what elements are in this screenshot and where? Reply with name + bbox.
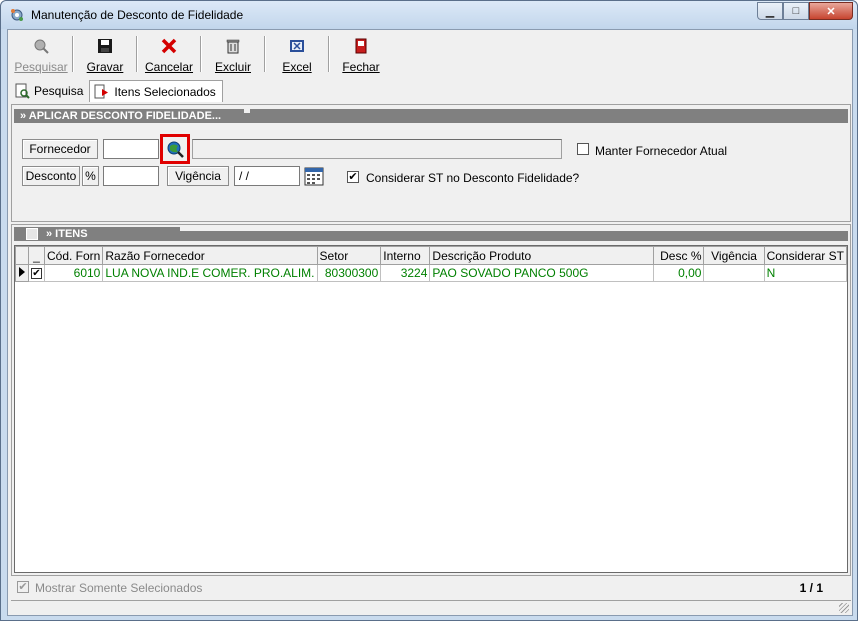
row-pointer-icon [19,267,25,277]
row-select-cell[interactable]: ✔ [28,264,45,282]
tab-bar: Pesquisa Itens Selecionados [10,80,223,102]
minimize-button[interactable]: ▁ [757,2,783,20]
tab-pesquisa-label: Pesquisa [34,84,84,98]
desconto-input[interactable] [103,166,159,186]
table-header-row: _ Cód. Forn Razão Fornecedor Setor Inter… [15,246,848,265]
arrow-doc-icon [94,84,109,99]
resize-grip[interactable] [839,603,849,613]
cancelar-button[interactable]: Cancelar [138,32,200,76]
aplicar-desconto-panel: » APLICAR DESCONTO FIDELIDADE... Fornece… [11,104,851,222]
toolbar: Pesquisar Gravar Cancelar Excluir Excel … [10,32,850,78]
mostrar-selecionados-checkbox[interactable]: ✔ [17,581,29,593]
itens-panel: » ITENS _ Cód. Forn Razão Fornecedor Set… [11,224,851,576]
calendar-icon[interactable] [304,166,324,186]
fornecedor-label: Fornecedor [22,139,98,159]
cell-interno: 3224 [380,264,431,282]
table-row[interactable]: ✔ 6010 LUA NOVA IND.E COMER. PRO.ALIM. 8… [15,264,848,282]
gear-icon [11,9,23,21]
excel-label: Excel [282,60,312,74]
fornecedor-name-input[interactable] [192,139,562,159]
column-header-desc-pct[interactable]: Desc % [653,246,705,265]
itens-title: » ITENS [14,227,180,241]
vigencia-input[interactable]: / / [234,166,300,186]
cell-setor: 80300300 [316,264,382,282]
row-indicator [15,264,29,282]
status-bar [11,600,851,614]
column-header-considerar-st[interactable]: Considerar ST [763,246,848,265]
gravar-button[interactable]: Gravar [74,32,136,76]
row-select-checkbox[interactable]: ✔ [31,267,42,279]
percent-label: % [82,166,99,186]
fornecedor-code-input[interactable] [103,139,159,159]
header-bar [180,231,848,241]
cell-desc-pct[interactable]: 0,00 [653,264,705,282]
header-gap [244,109,250,113]
cell-cod-forn: 6010 [43,264,104,282]
search-globe-icon [34,39,49,54]
column-header-setor[interactable]: Setor [316,246,382,265]
indicator-header [15,246,29,265]
footer: ✔ Mostrar Somente Selecionados 1 / 1 [11,578,851,598]
excel-button[interactable]: Excel [266,32,328,76]
aplicar-desconto-header: » APLICAR DESCONTO FIDELIDADE... [14,109,848,123]
column-header-cod-forn[interactable]: Cód. Forn [43,246,104,265]
column-header-interno[interactable]: Interno [380,246,431,265]
excluir-label: Excluir [214,60,251,74]
door-icon [355,38,367,54]
itens-table: _ Cód. Forn Razão Fornecedor Setor Inter… [15,246,848,282]
title-bar[interactable]: Manutenção de Desconto de Fidelidade ▁ □… [1,1,857,29]
cell-considerar-st[interactable]: N [763,264,848,282]
itens-grid[interactable]: _ Cód. Forn Razão Fornecedor Setor Inter… [14,245,848,573]
considerar-st-checkbox[interactable]: ✔ [347,171,359,183]
cell-razao: LUA NOVA IND.E COMER. PRO.ALIM. [102,264,318,282]
page-indicator: 1 / 1 [799,581,823,595]
pesquisar-button[interactable]: Pesquisar [10,32,72,76]
tab-pesquisa[interactable]: Pesquisa [10,80,89,102]
gravar-label: Gravar [86,60,124,74]
vigencia-label: Vigência [167,166,229,186]
red-x-icon [161,38,177,54]
manter-fornecedor-label: Manter Fornecedor Atual [595,144,728,158]
floppy-icon [98,39,112,53]
desconto-label: Desconto [22,166,80,186]
close-button[interactable]: ✕ [809,2,853,20]
select-all-checkbox[interactable] [26,228,38,240]
search-doc-icon [15,83,30,99]
tab-itens-selecionados-label: Itens Selecionados [114,85,216,99]
header-bar [244,113,848,123]
window-title: Manutenção de Desconto de Fidelidade [31,8,244,22]
column-header-select[interactable]: _ [28,246,45,265]
cancelar-label: Cancelar [144,60,194,74]
trash-icon [226,39,240,54]
column-header-vigencia[interactable]: Vigência [703,246,765,265]
column-header-descricao[interactable]: Descrição Produto [429,246,655,265]
excluir-button[interactable]: Excluir [202,32,264,76]
main-window: Manutenção de Desconto de Fidelidade ▁ □… [0,0,858,621]
cell-vigencia[interactable] [703,264,765,282]
itens-header: » ITENS [14,227,848,241]
considerar-st-label: Considerar ST no Desconto Fidelidade? [366,171,580,185]
client-area: Pesquisar Gravar Cancelar Excluir Excel … [7,29,853,616]
mostrar-selecionados-label: Mostrar Somente Selecionados [35,581,203,595]
cell-descricao: PAO SOVADO PANCO 500G [429,264,655,282]
search-globe-icon[interactable] [166,140,184,158]
tab-itens-selecionados[interactable]: Itens Selecionados [89,80,223,102]
excel-icon [290,40,304,52]
aplicar-desconto-title: » APLICAR DESCONTO FIDELIDADE... [14,109,244,123]
fechar-button[interactable]: Fechar [330,32,392,76]
column-header-razao[interactable]: Razão Fornecedor [102,246,318,265]
pesquisar-label: Pesquisar [14,60,68,74]
maximize-button[interactable]: □ [783,2,809,20]
fechar-label: Fechar [342,60,380,74]
manter-fornecedor-checkbox[interactable] [577,143,589,155]
